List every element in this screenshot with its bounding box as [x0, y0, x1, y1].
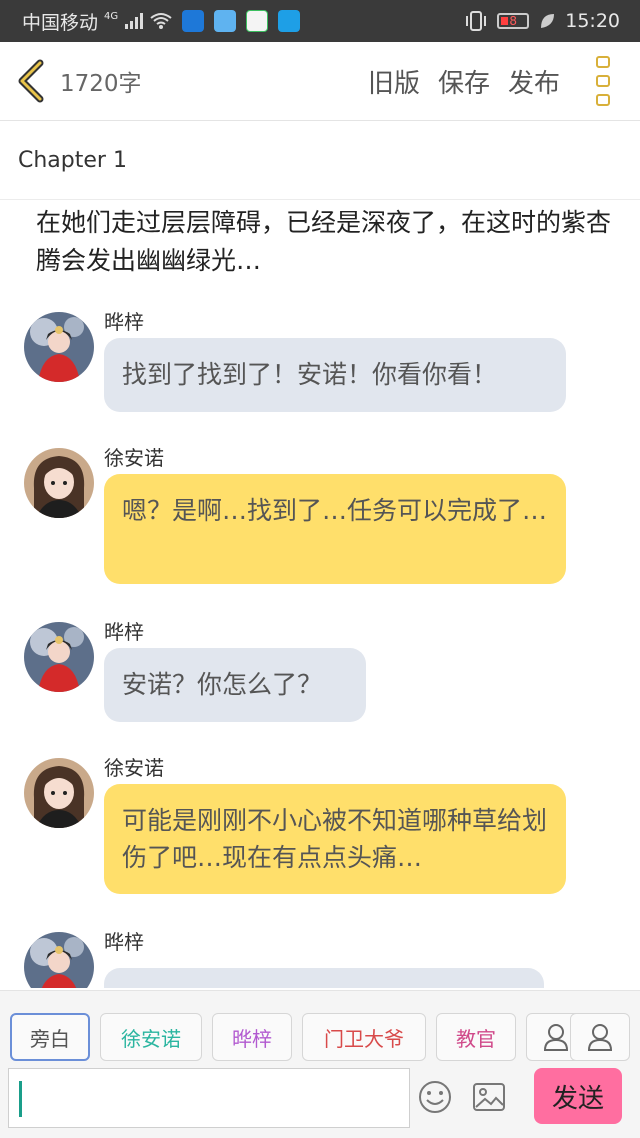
word-count: 1720字 [60, 71, 142, 97]
character-label: 门卫大爷 [324, 1026, 404, 1051]
more-dot-icon [596, 56, 610, 68]
wifi-icon [150, 13, 172, 29]
carrier-label: 中国移动 [22, 11, 99, 34]
old-version-button[interactable]: 旧版 [368, 63, 420, 100]
editor-header: 1720字 旧版 保存 发布 [0, 42, 640, 121]
network-label: 4G [104, 10, 119, 22]
character-narrator-button[interactable]: 旁白 [10, 1013, 90, 1061]
message-input[interactable] [8, 1068, 410, 1128]
story-content[interactable]: 在她们走过层层障碍，已经是深夜了，在这时的紫杏腾会发出幽幽绿光… 晔梓 找到了找… [0, 200, 640, 988]
narration-text: 在她们走过层层障碍，已经是深夜了，在这时的紫杏腾会发出幽幽绿光… [36, 208, 612, 275]
insert-image-button[interactable] [472, 1080, 506, 1114]
message-bubble[interactable]: 安诺？你怎么了？ [104, 648, 366, 722]
image-icon [473, 1083, 505, 1111]
character-instructor-button[interactable]: 教官 [436, 1013, 516, 1061]
text-cursor [19, 1081, 22, 1117]
avatar-xu-annuo [24, 758, 94, 828]
message-bubble[interactable]: 嗯？是啊…找到了…任务可以完成了… [104, 474, 566, 584]
person-icon [543, 1024, 569, 1051]
character-label: 晔梓 [232, 1026, 272, 1051]
status-bar: 中国移动 4G 8 15:20 [0, 0, 640, 42]
character-gatekeeper-button[interactable]: 门卫大爷 [302, 1013, 426, 1061]
character-selector: 旁白 徐安诺 晔梓 门卫大爷 教官 [0, 990, 640, 1067]
signal-icon [125, 13, 144, 29]
back-chevron-icon [18, 59, 44, 103]
composer: 发送 [0, 1066, 640, 1138]
more-dot-icon [596, 75, 610, 87]
smiley-icon [419, 1081, 451, 1113]
chapter-title: Chapter 1 [18, 147, 127, 173]
send-button[interactable]: 发送 [534, 1068, 622, 1124]
character-label: 徐安诺 [121, 1026, 181, 1051]
publish-button[interactable]: 发布 [508, 63, 560, 100]
person-icon [587, 1024, 613, 1051]
save-button[interactable]: 保存 [438, 63, 490, 100]
alipay-app-icon [278, 10, 301, 32]
manage-characters-button[interactable] [570, 1013, 630, 1061]
shield-app-icon [182, 10, 205, 32]
more-menu-button[interactable] [596, 56, 614, 106]
battery-icon: 8 [497, 13, 530, 29]
message-bubble[interactable]: 可能是刚刚不小心被不知道哪种草给划伤了吧…现在有点点头痛… [104, 784, 566, 894]
chapter-header[interactable]: Chapter 1 [0, 121, 640, 200]
character-xu-annuo-button[interactable]: 徐安诺 [100, 1013, 202, 1061]
speaker-name: 晔梓 [104, 620, 144, 644]
character-yezi-button[interactable]: 晔梓 [212, 1013, 292, 1061]
back-button[interactable] [16, 58, 54, 104]
vibrate-icon [466, 11, 487, 31]
avatar-xu-annuo [24, 448, 94, 518]
browser-app-icon [214, 10, 237, 32]
message-bubble[interactable]: 找到了找到了！安诺！你看你看！ [104, 338, 566, 412]
speaker-name: 徐安诺 [104, 756, 164, 780]
character-label: 教官 [456, 1026, 496, 1051]
emoji-button[interactable] [418, 1080, 452, 1114]
video-app-icon [246, 10, 269, 32]
more-dot-icon [596, 94, 610, 106]
message-bubble[interactable] [104, 968, 544, 988]
leaf-icon [541, 14, 555, 28]
avatar-yezi [24, 312, 94, 382]
speaker-name: 晔梓 [104, 930, 144, 954]
avatar-yezi [24, 932, 94, 988]
speaker-name: 徐安诺 [104, 446, 164, 470]
avatar-yezi [24, 622, 94, 692]
battery-level: 8 [509, 14, 518, 28]
speaker-name: 晔梓 [104, 310, 144, 334]
clock: 15:20 [565, 10, 620, 32]
character-label: 旁白 [30, 1026, 70, 1051]
